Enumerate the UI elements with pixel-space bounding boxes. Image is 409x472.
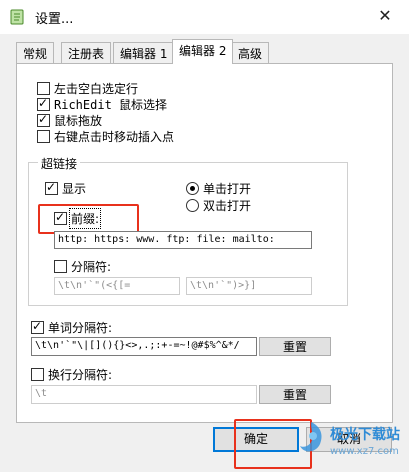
tab-editor-1[interactable]: 编辑器 1	[113, 42, 175, 63]
line-separator-reset-button[interactable]: 重置	[259, 385, 331, 404]
option-mouse-drag-drop-label: 鼠标拖放	[54, 114, 103, 128]
option-left-click-select-line-label: 左击空白选定行	[54, 82, 139, 96]
line-separator-label: 换行分隔符:	[48, 368, 113, 382]
app-icon	[10, 9, 24, 25]
separator-open-input[interactable]: \t\n'`"(<{[=	[54, 277, 180, 295]
separator-label: 分隔符:	[71, 260, 112, 274]
line-separator-checkbox[interactable]	[31, 368, 44, 381]
separator-close-input[interactable]: \t\n'`")>}]	[186, 277, 312, 295]
prefix-label: 前缀:	[68, 208, 102, 229]
tab-general[interactable]: 常规	[16, 42, 55, 63]
single-click-open-radio[interactable]	[186, 182, 199, 195]
option-right-click-move-caret-checkbox[interactable]	[37, 130, 50, 143]
word-separator-input[interactable]: \t\n'`"\|[](){}<>,.;:+-=~!@#$%^&*/	[31, 337, 257, 356]
watermark-text: 极光下载站	[330, 427, 400, 443]
separator-checkbox[interactable]	[54, 260, 67, 273]
window-title: 设置...	[35, 12, 74, 27]
option-richedit-mouse-select-checkbox[interactable]	[37, 96, 50, 111]
option-right-click-move-caret-label: 右键点击时移动插入点	[54, 130, 175, 144]
line-separator-input[interactable]: \t	[31, 385, 257, 404]
word-separator-reset-button[interactable]: 重置	[259, 337, 331, 356]
tab-registry[interactable]: 注册表	[61, 42, 112, 63]
prefix-input[interactable]: http: https: www. ftp: file: mailto:	[54, 231, 312, 249]
single-click-open-label: 单击打开	[203, 182, 252, 196]
double-click-open-radio[interactable]	[186, 199, 199, 212]
hyperlink-show-label: 显示	[62, 182, 87, 196]
close-icon[interactable]: ✕	[374, 5, 396, 27]
word-separator-label: 单词分隔符:	[48, 321, 113, 335]
tab-advanced[interactable]: 高级	[231, 42, 270, 63]
watermark-url: www.xz7.com	[330, 446, 399, 457]
watermark-logo-icon	[300, 422, 322, 452]
prefix-checkbox[interactable]	[54, 210, 67, 225]
option-richedit-mouse-select-label: RichEdit 鼠标选择	[54, 98, 168, 112]
double-click-open-label: 双击打开	[203, 199, 252, 213]
option-left-click-select-line-checkbox[interactable]	[37, 82, 50, 95]
option-mouse-drag-drop-checkbox[interactable]	[37, 112, 50, 127]
word-separator-checkbox[interactable]	[31, 319, 44, 334]
hyperlink-show-checkbox[interactable]	[45, 180, 58, 195]
tab-editor-2[interactable]: 编辑器 2	[172, 39, 234, 64]
hyperlink-group-label: 超链接	[38, 155, 81, 172]
